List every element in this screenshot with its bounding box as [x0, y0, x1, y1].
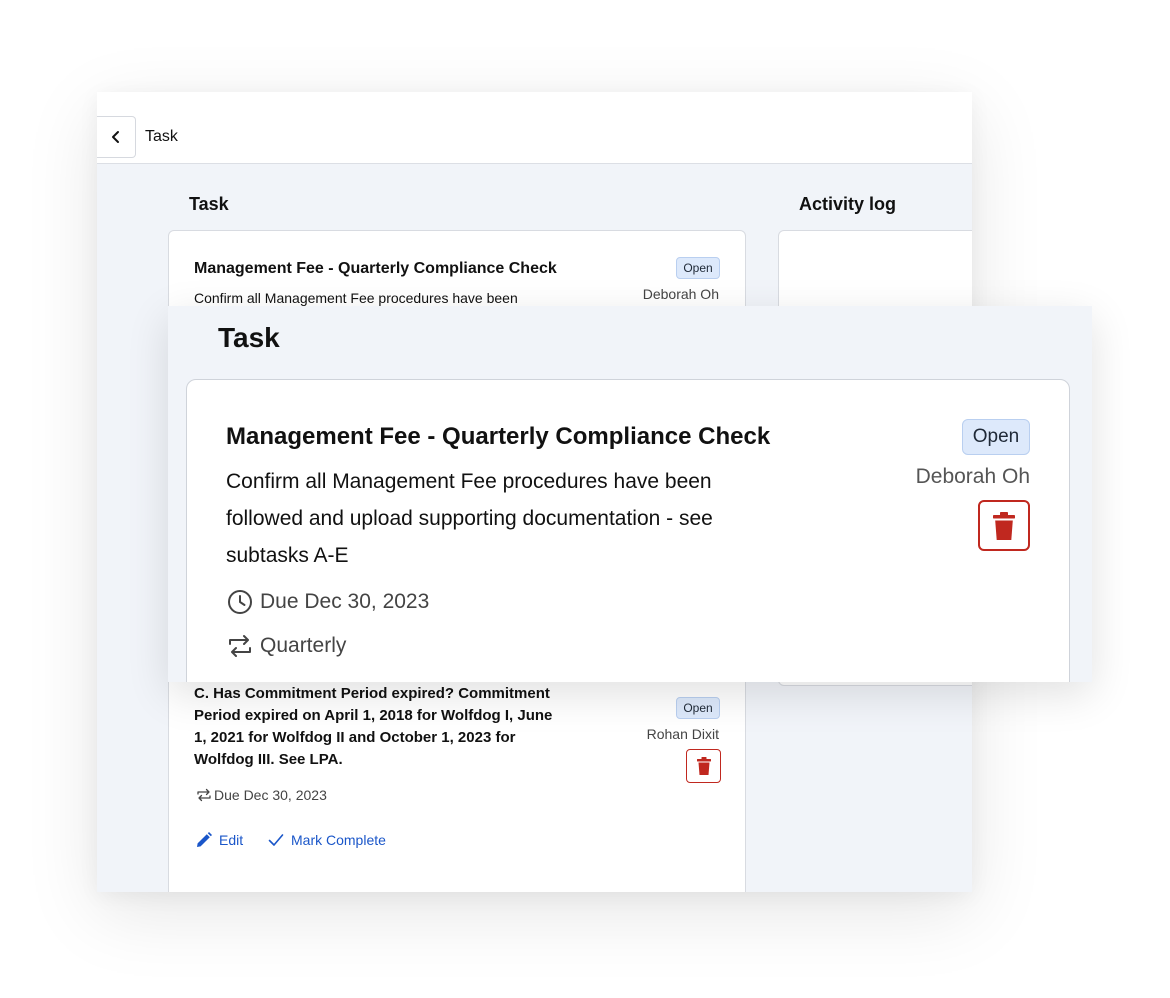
zoom-due-text: Due Dec 30, 2023: [260, 590, 430, 613]
task-title: Management Fee - Quarterly Compliance Ch…: [194, 260, 557, 277]
subtask-due: Due Dec 30, 2023: [196, 787, 327, 803]
subtask-card[interactable]: C. Has Commitment Period expired? Commit…: [168, 666, 746, 892]
zoom-delete-button[interactable]: [978, 500, 1030, 551]
chevron-left-icon: [112, 131, 119, 143]
subtask-due-text: Due Dec 30, 2023: [214, 787, 327, 803]
subtask-assignee: Rohan Dixit: [646, 726, 719, 742]
subtask-title: C. Has Commitment Period expired? Commit…: [194, 685, 553, 768]
zoomed-task-panel: Task Management Fee - Quarterly Complian…: [168, 306, 1092, 682]
trash-icon: [993, 511, 1015, 540]
zoom-task-title: Management Fee - Quarterly Compliance Ch…: [226, 423, 771, 450]
task-section-heading: Task: [189, 194, 229, 214]
edit-button[interactable]: Edit: [196, 832, 243, 848]
back-button[interactable]: [97, 116, 136, 158]
top-bar: Task: [97, 92, 972, 164]
repeat-icon: [229, 635, 251, 657]
zoom-due: Due Dec 30, 2023: [227, 589, 429, 615]
mark-complete-button[interactable]: Mark Complete: [268, 832, 386, 848]
zoom-recurrence-text: Quarterly: [260, 634, 347, 657]
zoom-heading: Task: [218, 322, 280, 353]
trash-icon: [696, 757, 711, 775]
zoom-task-card[interactable]: Management Fee - Quarterly Compliance Ch…: [186, 379, 1070, 682]
zoom-assignee: Deborah Oh: [915, 465, 1030, 488]
subtask-status-badge: Open: [676, 697, 720, 719]
repeat-icon: [197, 788, 211, 802]
subtask-delete-button[interactable]: [686, 749, 721, 783]
activity-log-heading: Activity log: [799, 194, 897, 214]
task-assignee: Deborah Oh: [642, 286, 719, 302]
zoom-task-description: Confirm all Management Fee procedures ha…: [226, 470, 713, 567]
page-title: Task: [145, 128, 178, 145]
zoom-recurrence: Quarterly: [227, 634, 346, 658]
mark-complete-label: Mark Complete: [291, 832, 386, 848]
pencil-icon: [197, 832, 212, 847]
clock-icon: [228, 590, 252, 614]
task-description: Confirm all Management Fee procedures ha…: [194, 290, 518, 306]
status-badge: Open: [676, 257, 720, 279]
zoom-status-badge: Open: [962, 419, 1030, 455]
edit-label: Edit: [219, 832, 244, 848]
check-icon: [268, 834, 284, 846]
